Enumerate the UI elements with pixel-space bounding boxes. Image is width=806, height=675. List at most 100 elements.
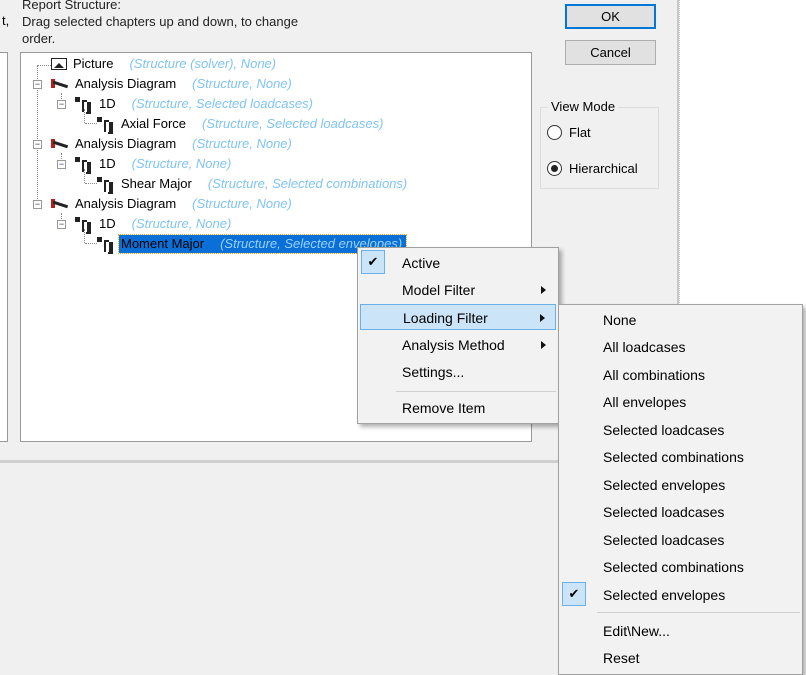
collapse-toggle[interactable]: − [57, 100, 66, 109]
tree-item-label: 1D [99, 156, 116, 171]
tree-item-analysis-diagram[interactable]: Analysis Diagram (Structure, None) [51, 195, 292, 213]
radio-hierarchical[interactable]: Hierarchical [547, 161, 638, 176]
tree-item-axial-force[interactable]: Axial Force (Structure, Selected loadcase… [97, 115, 383, 133]
view-mode-group [540, 107, 659, 189]
radio-flat[interactable]: Flat [547, 125, 591, 140]
menu-item-loading-filter[interactable]: Loading Filter [360, 304, 556, 330]
instructions: Report Structure: Drag selected chapters… [22, 0, 298, 47]
hierarchy-icon [75, 97, 93, 112]
context-menu: ✔ Active Model Filter Loading Filter Anal… [357, 247, 559, 424]
tree-item-shear-major[interactable]: Shear Major (Structure, Selected combinat… [97, 175, 407, 193]
tree-item-label: Moment Major [121, 236, 205, 251]
submenu-item-label: Edit\New... [603, 623, 670, 639]
menu-item-model-filter[interactable]: Model Filter [360, 277, 556, 303]
tree-item-meta: (Structure, Selected loadcases) [131, 96, 313, 111]
submenu-item[interactable]: ✔ Selected envelopes [561, 582, 800, 608]
check-icon: ✔ [562, 582, 586, 606]
tree-item-meta: (Structure, None) [131, 156, 232, 171]
submenu-item-label: None [603, 312, 637, 328]
tree-item-label: Analysis Diagram [75, 136, 177, 151]
view-mode-title: View Mode [548, 99, 619, 114]
submenu-item[interactable]: All envelopes [561, 389, 800, 415]
submenu-item[interactable]: Selected loadcases [561, 417, 800, 443]
collapse-toggle[interactable]: − [57, 220, 66, 229]
radio-button[interactable] [547, 161, 562, 176]
menu-item-analysis-method[interactable]: Analysis Method [360, 332, 556, 358]
submenu-item[interactable]: None [561, 307, 800, 333]
tree-item-meta: (Structure, None) [192, 136, 292, 151]
submenu-item-label: Selected loadcases [603, 532, 725, 548]
menu-item-remove-item[interactable]: Remove Item [360, 395, 556, 421]
tree-item-analysis-diagram[interactable]: Analysis Diagram (Structure, None) [51, 75, 292, 93]
menu-item-settings[interactable]: Settings... [360, 359, 556, 385]
menu-separator [597, 612, 800, 613]
check-icon: ✔ [361, 250, 385, 274]
tree-item-meta: (Structure, None) [131, 216, 232, 231]
menu-item-label: Settings... [402, 364, 465, 380]
tree-item-label: Shear Major [121, 176, 192, 191]
submenu-item-label: All envelopes [603, 394, 687, 410]
tree-item-analysis-diagram[interactable]: Analysis Diagram (Structure, None) [51, 135, 292, 153]
submenu-item-label: All loadcases [603, 339, 686, 355]
submenu-item[interactable]: Selected loadcases [561, 527, 800, 553]
submenu-item-label: All combinations [603, 367, 705, 383]
menu-item-active[interactable]: ✔ Active [360, 250, 556, 276]
submenu-item[interactable]: Selected envelopes [561, 472, 800, 498]
hierarchy-icon [97, 117, 115, 132]
tree-item-label: 1D [99, 216, 116, 231]
tree-item-meta: (Structure (solver), None) [129, 56, 277, 71]
ok-button[interactable]: OK [565, 4, 656, 29]
submenu-arrow-icon [541, 341, 546, 349]
submenu-item[interactable]: Selected loadcases [561, 499, 800, 525]
submenu-item[interactable]: Selected combinations [561, 554, 800, 580]
submenu-item[interactable]: Edit\New... [561, 618, 800, 644]
tree-item-1d[interactable]: 1D (Structure, None) [75, 155, 231, 173]
tree-item-meta: (Structure, Selected combinations) [207, 176, 408, 191]
tree-item-label: Axial Force [121, 116, 187, 131]
hierarchy-icon [97, 237, 115, 252]
tree-item-label: 1D [99, 96, 116, 111]
menu-item-label: Analysis Method [402, 337, 505, 353]
submenu-arrow-icon [541, 286, 546, 294]
instructions-line-2: order. [22, 31, 56, 46]
radio-label: Flat [569, 125, 591, 140]
analysis-diagram-icon [51, 197, 69, 211]
cut-off-text: t, [2, 13, 10, 28]
tree-item-meta: (Structure, Selected loadcases) [202, 116, 384, 131]
hierarchy-icon [75, 217, 93, 232]
collapse-toggle[interactable]: − [57, 160, 66, 169]
tree-item-picture[interactable]: Picture (Structure (solver), None) [51, 55, 276, 73]
left-panel[interactable] [0, 52, 8, 442]
analysis-diagram-icon [51, 77, 69, 91]
hierarchy-icon [75, 157, 93, 172]
submenu-item-label: Selected envelopes [603, 587, 726, 603]
submenu-item[interactable]: All combinations [561, 362, 800, 388]
tree-item-meta: (Structure, None) [192, 196, 292, 211]
radio-label: Hierarchical [569, 161, 638, 176]
tree-item-label: Picture [73, 56, 114, 71]
picture-icon [51, 58, 67, 70]
collapse-toggle[interactable]: − [33, 140, 42, 149]
tree-item-1d[interactable]: 1D (Structure, None) [75, 215, 231, 233]
tree-item-label: Analysis Diagram [75, 76, 177, 91]
submenu-item[interactable]: All loadcases [561, 334, 800, 360]
collapse-toggle[interactable]: − [33, 200, 42, 209]
report-structure-label: Report Structure: [22, 0, 121, 12]
submenu-arrow-icon [540, 314, 545, 322]
tree-item-1d[interactable]: 1D (Structure, Selected loadcases) [75, 95, 313, 113]
collapse-toggle[interactable]: − [33, 80, 42, 89]
submenu-item-label: Selected loadcases [603, 422, 725, 438]
submenu-item-label: Selected combinations [603, 449, 744, 465]
submenu-item[interactable]: Selected combinations [561, 444, 800, 470]
menu-item-label: Model Filter [402, 282, 476, 298]
loading-filter-submenu: None All loadcases All combinations All env… [558, 304, 803, 675]
cancel-button[interactable]: Cancel [565, 40, 656, 65]
menu-separator [396, 391, 556, 392]
radio-button[interactable] [547, 125, 562, 140]
tree-item-label: Analysis Diagram [75, 196, 177, 211]
submenu-item[interactable]: Reset [561, 645, 800, 671]
instructions-line-1: Drag selected chapters up and down, to c… [22, 14, 299, 29]
submenu-item-label: Selected loadcases [603, 504, 725, 520]
menu-item-label: Active [402, 255, 441, 271]
tree-item-meta: (Structure, None) [192, 76, 292, 91]
